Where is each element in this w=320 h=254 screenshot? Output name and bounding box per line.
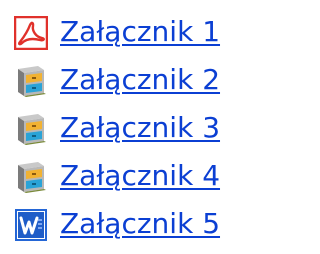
file-cabinet-icon[interactable] — [14, 112, 48, 146]
attachment-link-5[interactable]: Załącznik 5 — [60, 202, 220, 246]
attachment-item-5[interactable]: Załącznik 5 — [0, 202, 249, 246]
attachment-item-4[interactable]: Załącznik 4 — [0, 154, 249, 198]
attachment-link-3[interactable]: Załącznik 3 — [60, 106, 220, 150]
attachment-link-1[interactable]: Załącznik 1 — [60, 10, 220, 54]
file-cabinet-icon[interactable] — [14, 160, 48, 194]
attachment-item-2[interactable]: Załącznik 2 — [0, 58, 249, 102]
pdf-icon[interactable] — [14, 16, 48, 50]
word-document-icon[interactable] — [14, 208, 48, 242]
attachment-item-3[interactable]: Załącznik 3 — [0, 106, 249, 150]
attachment-list: Załącznik 1 Załącznik 2 Załącznik 3 Załą… — [0, 0, 249, 254]
attachment-link-4[interactable]: Załącznik 4 — [60, 154, 220, 198]
file-cabinet-icon[interactable] — [14, 64, 48, 98]
attachment-item-1[interactable]: Załącznik 1 — [0, 10, 249, 54]
attachment-link-2[interactable]: Załącznik 2 — [60, 58, 220, 102]
